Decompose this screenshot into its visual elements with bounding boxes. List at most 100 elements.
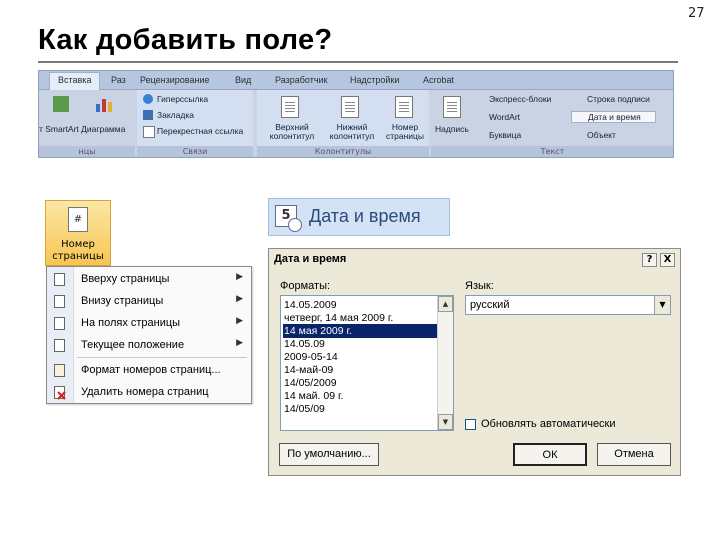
ribbon-group-text: Надпись Экспресс-блоки WordArt Буквица С…	[431, 90, 673, 157]
header-button[interactable]: Верхний колонтитул	[263, 123, 321, 141]
auto-update-label: Обновлять автоматически	[481, 418, 616, 430]
dropcap-button[interactable]: Буквица	[489, 130, 521, 140]
menu-item-remove-page-numbers[interactable]: Удалить номера страниц	[47, 382, 251, 404]
format-option[interactable]: 14 май. 09 г.	[283, 389, 439, 403]
slide-number: 27	[688, 6, 705, 21]
smartart-icon[interactable]	[53, 96, 69, 112]
remove-page-numbers-icon	[54, 386, 66, 400]
format-option[interactable]: четверг, 14 мая 2009 г.	[283, 311, 439, 325]
format-page-numbers-icon	[54, 364, 65, 377]
close-button[interactable]: X	[660, 253, 675, 267]
group-label-header-footer: Колонтитулы	[257, 146, 429, 157]
dialog-titlebar: Дата и время ? X	[269, 249, 680, 271]
scroll-down-icon[interactable]: ▼	[438, 414, 453, 430]
format-option[interactable]: 14.05.09	[283, 337, 439, 351]
datetime-dialog: Дата и время ? X Форматы: Язык: 14.05.20…	[268, 248, 681, 476]
ok-button[interactable]: ОК	[513, 443, 587, 466]
tab-layout[interactable]: Раз	[111, 73, 126, 87]
tab-review[interactable]: Рецензирование	[140, 73, 210, 87]
format-option[interactable]: 14.05.2009	[283, 298, 439, 312]
format-option[interactable]: 14/05/09	[283, 402, 439, 416]
menu-item-label: Внизу страницы	[81, 295, 164, 307]
menu-item-format-page-numbers[interactable]: Формат номеров страниц...	[47, 360, 251, 382]
language-value: русский	[470, 299, 510, 311]
footer-button[interactable]: Нижний колонтитул	[323, 123, 381, 141]
set-default-button[interactable]: По умолчанию...	[279, 443, 379, 466]
datetime-button[interactable]: 5 Дата и время	[268, 198, 450, 236]
datetime-button-label: Дата и время	[309, 206, 421, 226]
menu-item-bottom-of-page[interactable]: Внизу страницы ▶	[47, 291, 251, 313]
current-position-icon	[54, 339, 65, 352]
cancel-button[interactable]: Отмена	[597, 443, 671, 466]
chevron-down-icon[interactable]: ▼	[654, 296, 670, 314]
chart-icon[interactable]	[95, 96, 113, 112]
page-number-ribbon-button[interactable]: Номер страницы	[381, 123, 429, 141]
menu-item-top-of-page[interactable]: Вверху страницы ▶	[47, 269, 251, 291]
menu-item-current-position[interactable]: Текущее положение ▶	[47, 335, 251, 357]
cross-reference-icon	[143, 126, 155, 138]
word-ribbon: Вставка Раз Рецензирование Вид Разработч…	[38, 70, 674, 158]
signature-line-button[interactable]: Строка подписи	[587, 94, 650, 104]
language-label: Язык:	[465, 280, 494, 292]
scroll-up-icon[interactable]: ▲	[438, 296, 453, 312]
page-number-button-label: Номер страницы	[46, 239, 110, 263]
page-number-label-line1: Номер	[61, 239, 95, 250]
bookmark-button[interactable]: Закладка	[157, 110, 194, 120]
header-icon	[281, 96, 299, 118]
submenu-arrow-icon: ▶	[236, 272, 243, 282]
title-divider	[38, 61, 678, 63]
format-option[interactable]: 2009-05-14	[283, 350, 439, 364]
page-number-label-line2: страницы	[52, 251, 104, 262]
tab-acrobat[interactable]: Acrobat	[423, 73, 454, 87]
tab-view[interactable]: Вид	[235, 73, 251, 87]
format-option-selected[interactable]: 14 мая 2009 г.	[283, 324, 439, 338]
ribbon-group-links: Гиперссылка Закладка Перекрестная ссылка…	[137, 90, 253, 157]
wordart-button[interactable]: WordArt	[489, 112, 520, 122]
language-select[interactable]: русский ▼	[465, 295, 671, 315]
page-bottom-icon	[54, 295, 65, 308]
cross-reference-button[interactable]: Перекрестная ссылка	[157, 126, 243, 136]
menu-separator	[77, 357, 247, 358]
formats-listbox[interactable]: 14.05.2009 четверг, 14 мая 2009 г. 14 ма…	[280, 295, 454, 431]
footer-icon	[341, 96, 359, 118]
help-button[interactable]: ?	[642, 253, 657, 267]
submenu-arrow-icon: ▶	[236, 338, 243, 348]
auto-update-checkbox[interactable]	[465, 419, 476, 430]
format-option[interactable]: 14/05/2009	[283, 376, 439, 390]
slide-title: Как добавить поле?	[38, 24, 333, 56]
page-top-icon	[54, 273, 65, 286]
tab-addins[interactable]: Надстройки	[350, 73, 399, 87]
formats-label: Форматы:	[280, 280, 331, 292]
object-button[interactable]: Объект	[587, 130, 616, 140]
submenu-arrow-icon: ▶	[236, 294, 243, 304]
menu-item-label: Вверху страницы	[81, 273, 170, 285]
menu-item-label: Удалить номера страниц	[81, 386, 209, 398]
menu-item-label: Формат номеров страниц...	[81, 364, 221, 376]
smartart-chart-label: т SmartArt Диаграмма	[39, 124, 126, 134]
page-margins-icon	[54, 317, 65, 330]
datetime-ribbon-button[interactable]: Дата и время	[571, 111, 656, 123]
textbox-icon	[443, 96, 461, 118]
calendar-clock-icon: 5	[275, 205, 302, 232]
quick-parts-button[interactable]: Экспресс-блоки	[489, 94, 551, 104]
bookmark-icon	[143, 110, 153, 120]
menu-item-page-margins[interactable]: На полях страницы ▶	[47, 313, 251, 335]
formats-scrollbar[interactable]: ▲ ▼	[437, 296, 453, 430]
menu-item-label: Текущее положение	[81, 339, 185, 351]
ribbon-group-illustrations: т SmartArt Диаграмма нцы	[39, 90, 135, 157]
tab-insert[interactable]: Вставка	[49, 72, 101, 90]
page-number-menu: Вверху страницы ▶ Внизу страницы ▶ На по…	[46, 266, 252, 404]
format-option[interactable]: 14-май-09	[283, 363, 439, 377]
page-number-ribbon-icon	[395, 96, 413, 118]
ribbon-tabs: Вставка Раз Рецензирование Вид Разработч…	[39, 71, 673, 90]
tab-developer[interactable]: Разработчик	[275, 73, 327, 87]
textbox-button[interactable]: Надпись	[435, 124, 469, 134]
hyperlink-button[interactable]: Гиперссылка	[157, 94, 208, 104]
group-label-pages: нцы	[39, 146, 135, 157]
dialog-title: Дата и время	[274, 253, 347, 265]
page-number-button[interactable]: # Номер страницы	[45, 200, 111, 266]
ribbon-group-header-footer: Верхний колонтитул Нижний колонтитул Ном…	[257, 90, 429, 157]
submenu-arrow-icon: ▶	[236, 316, 243, 326]
menu-item-label: На полях страницы	[81, 317, 181, 329]
group-label-links: Связи	[137, 146, 253, 157]
